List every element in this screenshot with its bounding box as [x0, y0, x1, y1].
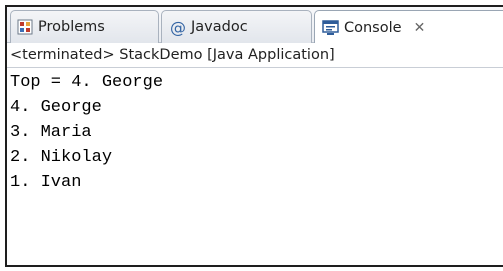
console-icon — [322, 19, 339, 36]
console-view: Problems @ Javadoc Console ✕ <terminated… — [0, 0, 503, 271]
process-status: <terminated> StackDemo [Java Application… — [7, 43, 503, 68]
console-line: 3. Maria — [10, 123, 92, 142]
tab-problems-label: Problems — [38, 19, 105, 35]
problems-icon — [17, 19, 33, 35]
close-icon[interactable]: ✕ — [414, 20, 426, 36]
console-output[interactable]: Top = 4. George 4. George 3. Maria 2. Ni… — [7, 68, 503, 265]
tab-console[interactable]: Console ✕ — [314, 10, 503, 44]
tab-console-label: Console — [344, 19, 402, 36]
console-line: Top = 4. George — [10, 73, 164, 92]
tab-problems[interactable]: Problems — [10, 10, 159, 43]
console-line: 1. Ivan — [10, 173, 82, 192]
view-tab-bar: Problems @ Javadoc Console ✕ — [7, 7, 503, 44]
console-line: 2. Nikolay — [10, 148, 113, 167]
at-sign-icon: @ — [170, 17, 186, 37]
tab-javadoc[interactable]: @ Javadoc — [161, 10, 312, 43]
console-line: 4. George — [10, 98, 102, 117]
tab-javadoc-label: Javadoc — [191, 19, 248, 35]
